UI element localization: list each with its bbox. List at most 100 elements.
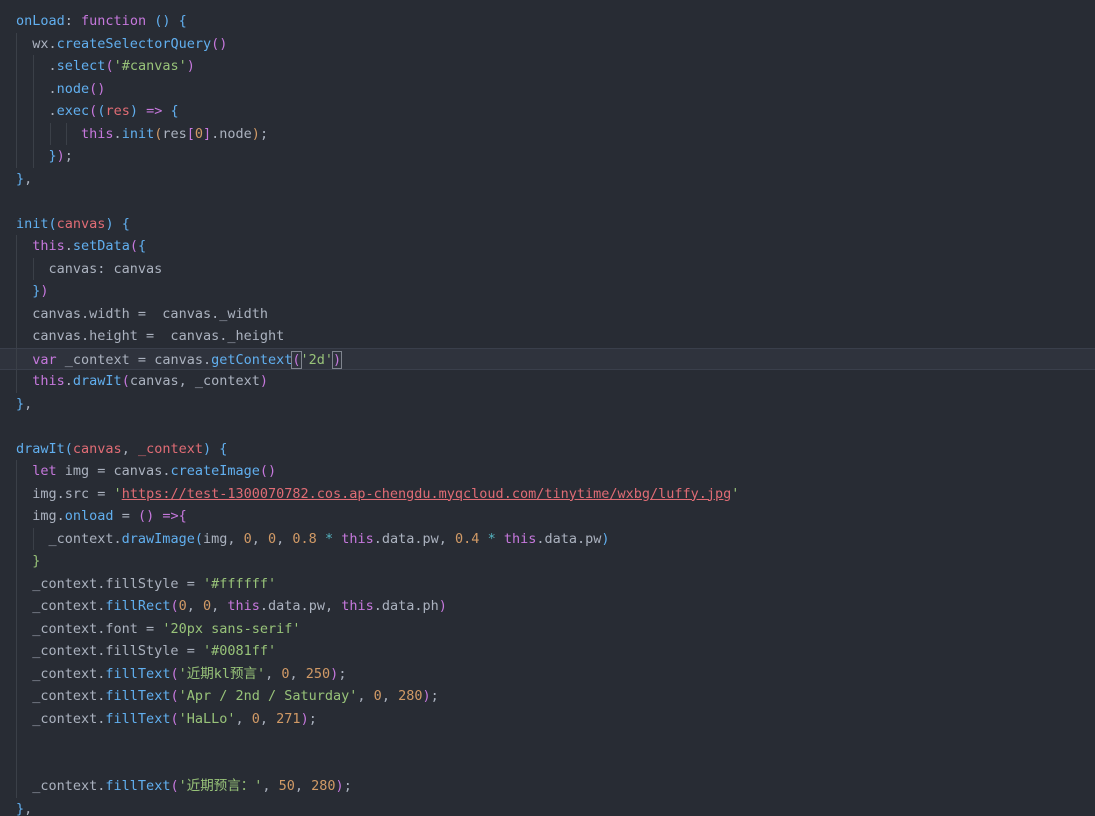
code-line-text: _context.fillStyle = '#0081ff' [16,643,276,659]
code-token: _context. [48,530,122,547]
code-line[interactable]: _context.drawImage(img, 0, 0, 0.8 * this… [0,527,1095,550]
code-token: () [137,508,155,524]
code-line[interactable]: this.init(res[0].node); [0,122,1095,145]
code-token: '2d' [300,351,334,368]
code-line[interactable]: .node() [0,77,1095,100]
code-token: . [48,103,57,119]
code-line-text: let img = canvas.createImage() [16,463,276,479]
code-token: , [265,665,282,682]
code-line[interactable]: _context.fillText('近期kl预言', 0, 250); [0,662,1095,685]
code-token: 0 [268,530,277,547]
code-token: '20px sans-serif' [162,620,301,637]
code-token: '近期预言：' [178,778,263,794]
code-token: .node [211,125,252,142]
code-token: , [381,688,399,704]
code-token: = [113,508,138,524]
code-token: { [121,215,130,232]
code-token: ) [251,125,260,142]
code-line[interactable]: }, [0,798,1095,816]
code-token: 250 [305,665,331,682]
code-line[interactable]: this.drawIt(canvas, _context) [0,370,1095,393]
code-token: init [121,125,155,142]
code-token: _context.fillStyle = [32,643,203,659]
code-token: this [32,238,65,254]
code-line[interactable]: _context.font = '20px sans-serif' [0,617,1095,640]
code-token: ( [121,373,130,389]
code-line[interactable]: }, [0,393,1095,416]
code-token: '#ffffff' [202,575,277,592]
code-line-text: }, [16,801,32,816]
code-token: ' [731,485,740,502]
code-token: 0 [203,598,212,614]
code-token: ) [105,215,114,232]
code-token: this [32,373,65,389]
code-line[interactable]: _context.fillStyle = '#0081ff' [0,640,1095,663]
code-token: _context. [32,778,106,794]
code-token: , [262,778,279,794]
code-token: ; [430,688,439,704]
code-line[interactable]: let img = canvas.createImage() [0,460,1095,483]
code-line[interactable]: canvas: canvas [0,257,1095,280]
code-token: _context. [32,598,106,614]
code-token: .data.pw, [259,598,342,614]
code-lines[interactable]: onLoad: function () { wx.createSelectorQ… [0,10,1095,816]
code-line[interactable]: }); [0,145,1095,168]
code-token: 'HaLLo' [178,710,236,727]
code-token: , [294,778,312,794]
code-token: this [341,598,374,614]
code-line-text: }) [16,283,48,299]
code-token: () [154,13,171,29]
code-line[interactable]: canvas.width = canvas._width [0,302,1095,325]
code-token: canvas [72,440,122,457]
code-line-text: canvas.width = canvas._width [16,306,268,322]
code-line[interactable]: init(canvas) { [0,213,1095,236]
code-line-text: _context.fillText('近期kl预言', 0, 250); [16,666,346,682]
code-token: ; [259,125,269,142]
code-line[interactable] [0,730,1095,753]
code-token: 0 [178,598,187,614]
code-line[interactable]: var _context = canvas.getContext('2d') [0,347,1095,371]
code-editor[interactable]: onLoad: function () { wx.createSelectorQ… [0,0,1095,816]
code-line[interactable]: canvas.height = canvas._height [0,325,1095,348]
code-token: , [259,710,277,727]
code-token: init [16,215,49,232]
code-line[interactable] [0,190,1095,213]
code-line[interactable]: }) [0,280,1095,303]
code-line[interactable]: _context.fillText('Apr / 2nd / Saturday'… [0,685,1095,708]
code-line[interactable]: img.src = 'https://test-1300070782.cos.a… [0,482,1095,505]
code-line[interactable]: onLoad: function () { [0,10,1095,33]
code-token: ( [64,440,73,457]
code-line-text: onLoad: function () { [16,13,187,29]
code-token: { [178,508,187,524]
code-token: res [105,103,130,119]
code-line[interactable]: }, [0,168,1095,191]
code-token: } [16,395,25,412]
code-line-text: _context.fillText('Apr / 2nd / Saturday'… [16,688,439,704]
code-line[interactable]: .select('#canvas') [0,55,1095,78]
code-line[interactable]: _context.fillStyle = '#ffffff' [0,572,1095,595]
code-token: , [235,710,252,727]
code-token: , [186,598,203,614]
code-line[interactable] [0,752,1095,775]
code-token: } [16,170,25,187]
code-token: let [32,463,57,479]
code-line[interactable]: } [0,550,1095,573]
code-token: ) [335,778,344,794]
code-line[interactable]: .exec((res) => { [0,100,1095,123]
code-token: , [211,598,228,614]
code-line[interactable] [0,415,1095,438]
code-token: https://test-1300070782.cos.ap-chengdu.m… [121,485,732,502]
code-token: ) [601,530,610,547]
code-line[interactable]: wx.createSelectorQuery() [0,32,1095,55]
code-token: , [276,530,293,547]
code-token: [ [186,125,195,142]
code-token: . [113,125,122,142]
code-token: : [64,13,82,29]
code-line[interactable]: _context.fillText('HaLLo', 0, 271); [0,707,1095,730]
code-line[interactable]: drawIt(canvas, _context) { [0,438,1095,461]
code-line-text: _context.fillText('近期预言：', 50, 280); [16,778,352,794]
code-line[interactable]: _context.fillText('近期预言：', 50, 280); [0,775,1095,798]
code-line[interactable]: this.setData({ [0,235,1095,258]
code-line[interactable]: _context.fillRect(0, 0, this.data.pw, th… [0,595,1095,618]
code-line[interactable]: img.onload = () =>{ [0,505,1095,528]
